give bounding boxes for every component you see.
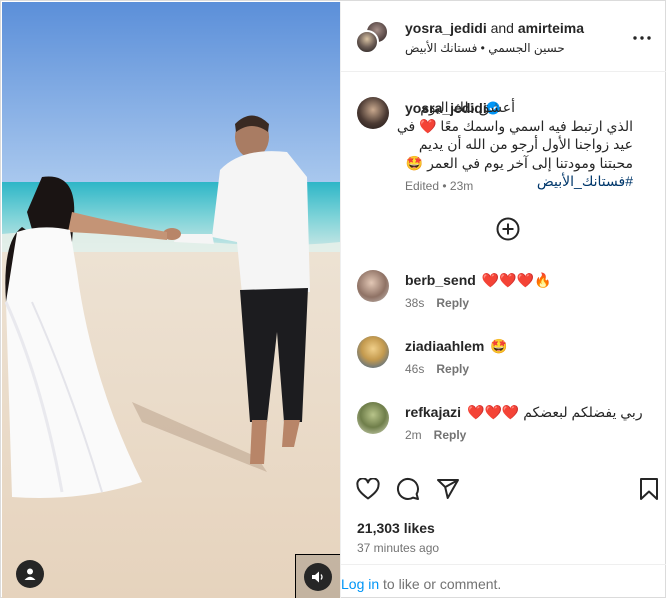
comment-item: berb_send ❤️❤️❤️🔥 38s Reply	[341, 270, 666, 330]
comment-username-link[interactable]: refkajazi	[405, 404, 461, 420]
post-authors: yosra_jedidi and amirteima	[405, 20, 584, 36]
user-tag-icon	[24, 568, 36, 580]
post-timestamp[interactable]: 37 minutes ago	[357, 541, 439, 555]
avatar[interactable]	[355, 30, 379, 54]
comment-line: berb_send ❤️❤️❤️🔥	[405, 272, 552, 289]
edited-label: Edited	[405, 179, 440, 193]
reply-button[interactable]: Reply	[436, 362, 469, 376]
caption-text: أعشق ذلك اليوم الذي ارتبط فيه اسمي واسمك…	[393, 98, 633, 191]
share-button[interactable]	[435, 476, 461, 502]
comment-time[interactable]: 2m	[405, 428, 422, 442]
plus-circle-icon	[496, 217, 520, 241]
caption-meta: Edited • 23m	[405, 179, 473, 193]
user-tag-button[interactable]	[16, 560, 44, 588]
comment-item: refkajazi ربي يفضلكم لبعضكم ❤️❤️❤️ 2m Repl…	[341, 402, 666, 462]
post-header: yosra_jedidi and amirteima حسين الجسمي •…	[341, 2, 666, 72]
heart-icon	[356, 478, 380, 500]
comment-button[interactable]	[395, 476, 421, 502]
like-button[interactable]	[355, 476, 381, 502]
more-options-button[interactable]	[630, 26, 654, 50]
login-link[interactable]: Log in	[341, 576, 379, 592]
avatar[interactable]	[357, 336, 389, 368]
speaker-icon	[312, 571, 323, 583]
bookmark-icon	[640, 478, 658, 500]
author-secondary-link[interactable]: amirteima	[518, 20, 584, 36]
post-media[interactable]	[2, 2, 340, 598]
comment-text: ربي يفضلكم لبعضكم ❤️❤️❤️	[467, 404, 643, 420]
login-prompt-text: to like or comment.	[379, 576, 502, 592]
hashtag-link[interactable]: #فستانك_الأبيض	[537, 173, 633, 189]
login-prompt: Log in to like or comment.	[341, 564, 666, 598]
comment-username-link[interactable]: ziadiaahlem	[405, 338, 484, 354]
load-more-comments-button[interactable]	[495, 216, 521, 242]
comment-text: ❤️❤️❤️🔥	[481, 272, 552, 288]
share-icon	[437, 479, 459, 499]
post-details-panel: yosra_jedidi and amirteima حسين الجسمي •…	[340, 2, 666, 598]
audio-attribution-link[interactable]: حسين الجسمي • فستانك الأبيض	[405, 41, 570, 55]
comment-line: ziadiaahlem 🤩	[405, 338, 508, 355]
avatar[interactable]	[357, 270, 389, 302]
avatar[interactable]	[357, 402, 389, 434]
caption-body: أعشق ذلك اليوم الذي ارتبط فيه اسمي واسمك…	[396, 99, 633, 171]
and-text: and	[486, 20, 518, 36]
comment-item: ziadiaahlem 🤩 46s Reply	[341, 336, 666, 396]
comment-time[interactable]: 46s	[405, 362, 424, 376]
author-primary-link[interactable]: yosra_jedidi	[405, 20, 487, 36]
collab-avatars[interactable]	[355, 20, 391, 56]
meta-separator: •	[439, 179, 450, 193]
comment-time[interactable]: 38s	[405, 296, 424, 310]
save-button[interactable]	[636, 476, 662, 502]
more-options-icon	[633, 36, 651, 40]
comment-meta: 46s Reply	[405, 362, 469, 376]
post-actions	[341, 476, 666, 506]
audio-toggle-button[interactable]	[295, 554, 340, 598]
comment-text: 🤩	[490, 338, 508, 354]
reply-button[interactable]: Reply	[436, 296, 469, 310]
reply-button[interactable]: Reply	[434, 428, 467, 442]
beach-photo	[2, 2, 340, 598]
comment-line: refkajazi ربي يفضلكم لبعضكم ❤️❤️❤️	[405, 404, 643, 421]
avatar[interactable]	[357, 97, 389, 129]
likes-count[interactable]: 21,303 likes	[357, 520, 435, 536]
comment-username-link[interactable]: berb_send	[405, 272, 476, 288]
comment-meta: 38s Reply	[405, 296, 469, 310]
caption-time[interactable]: 23m	[450, 179, 473, 193]
comment-meta: 2m Reply	[405, 428, 466, 442]
comment-icon	[396, 477, 419, 500]
